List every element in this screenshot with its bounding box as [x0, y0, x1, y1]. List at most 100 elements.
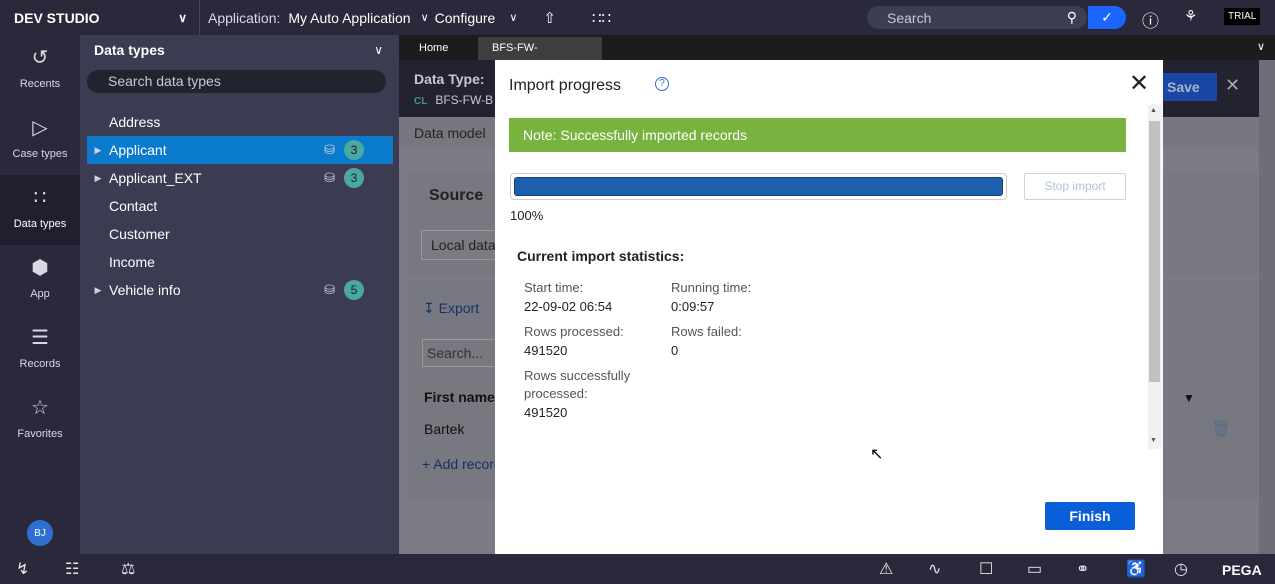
studio-switcher[interactable]: DEV STUDIO ∨ [0, 0, 200, 35]
scroll-down-icon[interactable]: ▼ [1150, 437, 1157, 444]
pega-logo: PEGA [1222, 562, 1262, 578]
chevron-down-icon[interactable]: ∨ [374, 43, 383, 57]
layers-icon: ☰ [31, 327, 49, 349]
import-progress-dialog: Import progress ? ✕ Note: Successfully i… [495, 60, 1163, 554]
save-button[interactable]: Save [1157, 73, 1217, 101]
rows-failed-value: 0 [671, 343, 679, 358]
data-type-label: Customer [109, 226, 170, 242]
chevron-down-icon[interactable]: ∨ [509, 11, 517, 24]
stats-heading: Current import statistics: [517, 248, 685, 264]
rail-item-app[interactable]: ⬢ App [0, 245, 80, 315]
rail-item-case-types[interactable]: ▷ Case types [0, 105, 80, 175]
flask-icon[interactable]: ⚖ [121, 559, 135, 579]
data-type-item[interactable]: ▶ Applicant_EXT ⛁ 3 [87, 164, 393, 192]
chevron-down-icon[interactable]: ∨ [421, 11, 429, 24]
clipboard-icon[interactable]: ☷ [65, 559, 79, 579]
clipboard-check-icon[interactable]: ☐ [979, 559, 993, 579]
import-progress-bar [510, 173, 1007, 200]
filter-icon[interactable]: ▼ [1183, 391, 1195, 405]
rail-item-label: Case types [12, 148, 68, 160]
rows-processed-value: 491520 [524, 343, 568, 358]
scrollbar-thumb[interactable] [1149, 121, 1160, 382]
rail-item-label: Data types [13, 218, 67, 230]
search-placeholder: Search [887, 9, 932, 26]
trash-icon[interactable]: 🗑 [1211, 419, 1231, 439]
lightning-icon[interactable]: ↯ [16, 559, 29, 579]
application-switcher[interactable]: My Auto Application [288, 10, 410, 26]
rows-failed-label: Rows failed: [671, 324, 742, 339]
rows-processed-label: Rows processed: [524, 324, 624, 339]
export-link[interactable]: ↧ Export [423, 300, 479, 317]
warning-icon[interactable]: ⚠ [879, 559, 893, 579]
rail-item-label: Favorites [17, 428, 63, 440]
search-submit-button[interactable]: ✓ [1088, 6, 1126, 29]
search-icon[interactable]: ⚲ [1067, 9, 1077, 26]
data-type-heading: Data Type: [414, 71, 485, 87]
tab-home[interactable]: Home [405, 37, 463, 60]
expand-arrow-icon[interactable]: ▶ [87, 173, 109, 184]
data-type-item[interactable]: Contact [87, 192, 393, 220]
info-icon[interactable]: ⓘ [1142, 7, 1159, 32]
source-select[interactable]: Local data [421, 230, 503, 260]
close-icon[interactable]: ✕ [1225, 75, 1240, 96]
avatar[interactable]: BJ [27, 520, 53, 546]
stop-import-button[interactable]: Stop import [1024, 173, 1126, 200]
expand-arrow-icon[interactable]: ▶ [87, 145, 109, 156]
rail-item-recents[interactable]: ↺ Recents [0, 35, 80, 105]
close-icon[interactable]: ✕ [1129, 72, 1149, 96]
chevron-down-icon: ∨ [178, 10, 187, 25]
table-cell: Bartek [424, 421, 465, 437]
data-type-label: Applicant [109, 142, 167, 158]
progress-fill [514, 177, 1003, 196]
expand-arrow-icon[interactable]: ▶ [87, 285, 109, 296]
data-type-label: Address [109, 114, 161, 130]
app-launcher-icon[interactable]: ∷∷ [592, 9, 611, 27]
add-record-link[interactable]: + Add record [422, 456, 502, 472]
database-icon: ⛁ [324, 170, 335, 185]
rail-item-favorites[interactable]: ☆ Favorites [0, 385, 80, 455]
record-count-badge: 3 [344, 140, 364, 160]
hierarchy-icon[interactable]: ⚘ [1184, 7, 1197, 25]
case-type-icon: ▷ [32, 117, 48, 139]
rail-item-label: Recents [19, 78, 61, 90]
record-count-badge: 3 [344, 168, 364, 188]
download-icon: ↧ [423, 300, 435, 316]
accessibility-icon[interactable]: ♿ [1126, 559, 1146, 579]
flow-icon[interactable]: ∿ [928, 559, 941, 579]
data-type-item[interactable]: ▶ Applicant ⛁ 3 [87, 136, 393, 164]
data-type-item[interactable]: Customer [87, 220, 393, 248]
grid-dots-icon: ∷ [33, 187, 47, 209]
rail-item-label: App [30, 288, 50, 300]
data-type-item[interactable]: Address [87, 108, 393, 136]
column-header-first-name[interactable]: First name [424, 389, 495, 405]
data-type-item[interactable]: Income [87, 248, 393, 276]
scrollbar[interactable]: ▲ ▼ [1148, 105, 1162, 449]
glasses-icon[interactable]: ⚭ [1076, 559, 1089, 579]
search-input[interactable]: Search ⚲ [867, 6, 1087, 29]
rail-item-data-types[interactable]: ∷ Data types [0, 175, 80, 245]
grid-search-input[interactable]: Search... [422, 339, 500, 367]
running-time-label: Running time: [671, 280, 752, 295]
scrollbar[interactable] [1259, 60, 1275, 554]
application-label: Application: [208, 9, 281, 26]
studio-name: DEV STUDIO [14, 9, 100, 26]
data-type-label: Applicant_EXT [109, 170, 202, 186]
cube-icon: ⬢ [31, 257, 49, 279]
data-types-explorer: Data types ∨ Search data types Address ▶… [80, 35, 393, 554]
help-icon[interactable]: ? [655, 77, 669, 91]
scroll-up-icon[interactable]: ▲ [1150, 107, 1157, 114]
configure-menu[interactable]: Configure [435, 10, 496, 26]
data-type-label: Contact [109, 198, 158, 214]
chevron-down-icon[interactable]: ∨ [1257, 40, 1265, 53]
performance-icon[interactable]: ◷ [1174, 559, 1188, 579]
rocket-icon[interactable]: ⇧ [543, 9, 556, 27]
progress-percent: 100% [510, 208, 544, 223]
database-icon: ⛁ [324, 142, 335, 157]
rail-item-records[interactable]: ☰ Records [0, 315, 80, 385]
tab-data-type[interactable]: BFS-FW-BFSFW-... [478, 37, 602, 77]
data-type-item[interactable]: ▶ Vehicle info ⛁ 5 [87, 276, 393, 304]
finish-button[interactable]: Finish [1045, 502, 1135, 530]
success-note: Note: Successfully imported records [509, 118, 1126, 152]
data-types-search-input[interactable]: Search data types [87, 70, 386, 93]
cast-icon[interactable]: ▭ [1027, 559, 1042, 579]
